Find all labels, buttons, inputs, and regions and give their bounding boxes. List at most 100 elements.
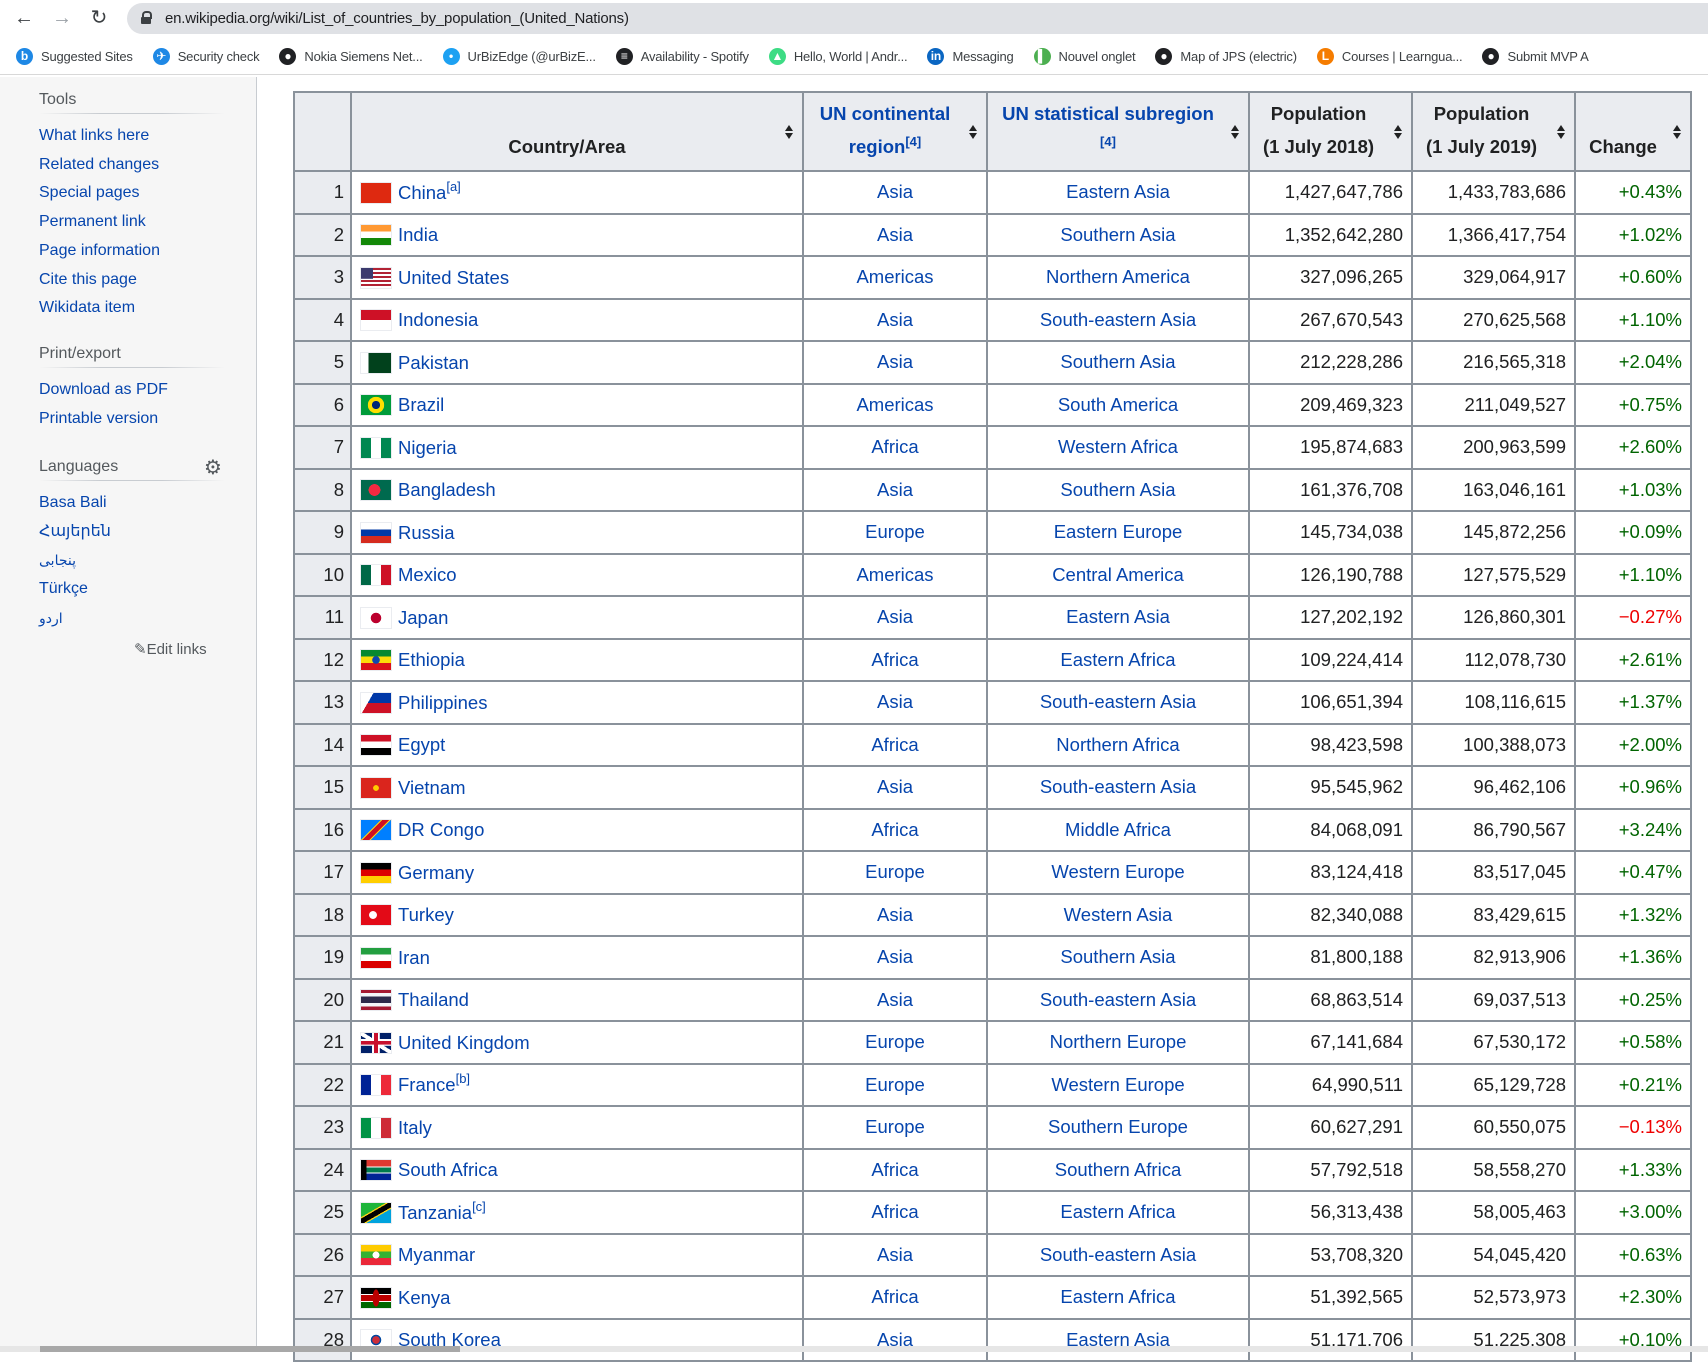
bookmark-item[interactable]: • UrBizEdge (@urBizE... bbox=[442, 48, 596, 65]
horizontal-scrollbar[interactable] bbox=[0, 1346, 1708, 1352]
country-link[interactable]: United Kingdom bbox=[398, 1032, 530, 1053]
subregion-cell[interactable]: South-eastern Asia bbox=[986, 1232, 1250, 1277]
subregion-cell[interactable]: Northern America bbox=[986, 255, 1250, 300]
subregion-cell[interactable]: Eastern Africa bbox=[986, 1275, 1250, 1320]
region-cell[interactable]: Asia bbox=[802, 297, 988, 342]
subregion-cell[interactable]: Western Europe bbox=[986, 850, 1250, 895]
region-cell[interactable]: Asia bbox=[802, 1317, 988, 1362]
sort-icon[interactable] bbox=[1231, 124, 1240, 139]
region-cell[interactable]: Africa bbox=[802, 722, 988, 767]
bookmark-item[interactable]: ✈ Security check bbox=[152, 48, 260, 65]
region-cell[interactable]: Africa bbox=[802, 1147, 988, 1192]
region-cell[interactable]: Asia bbox=[802, 467, 988, 512]
scrollbar-thumb[interactable] bbox=[40, 1346, 460, 1352]
subregion-header[interactable]: UN statistical subregion [4] bbox=[986, 91, 1250, 172]
region-cell[interactable]: Asia bbox=[802, 892, 988, 937]
region-cell[interactable]: Asia bbox=[802, 765, 988, 810]
tools-link[interactable]: Wikidata item bbox=[39, 294, 225, 323]
tools-link[interactable]: Page information bbox=[39, 237, 225, 266]
sort-icon[interactable] bbox=[1557, 124, 1566, 139]
bookmark-item[interactable]: L Courses | Learngua... bbox=[1316, 48, 1463, 65]
url-text[interactable]: en.wikipedia.org/wiki/List_of_countries_… bbox=[165, 10, 629, 27]
language-link[interactable]: پنجابی bbox=[39, 546, 225, 575]
country-link[interactable]: Bangladesh bbox=[398, 479, 496, 500]
subregion-cell[interactable]: Southern Asia bbox=[986, 340, 1250, 385]
subregion-cell[interactable]: Western Asia bbox=[986, 892, 1250, 937]
subregion-cell[interactable]: South-eastern Asia bbox=[986, 977, 1250, 1022]
back-arrow-icon[interactable]: ← bbox=[12, 6, 36, 30]
subregion-cell[interactable]: Southern Asia bbox=[986, 212, 1250, 257]
pop2018-header[interactable]: Population (1 July 2018) bbox=[1248, 91, 1413, 172]
region-cell[interactable]: Americas bbox=[802, 552, 988, 597]
subregion-cell[interactable]: Northern Africa bbox=[986, 722, 1250, 767]
bookmark-item[interactable]: ≡ Availability - Spotify bbox=[615, 48, 749, 65]
subregion-ref[interactable]: [4] bbox=[1100, 134, 1116, 149]
country-link[interactable]: DR Congo bbox=[398, 819, 484, 840]
country-link[interactable]: Egypt bbox=[398, 734, 445, 755]
pop2019-header[interactable]: Population (1 July 2019) bbox=[1411, 91, 1576, 172]
country-link[interactable]: Thailand bbox=[398, 989, 469, 1010]
bookmark-item[interactable]: ▲ Hello, World | Andr... bbox=[768, 48, 908, 65]
region-cell[interactable]: Asia bbox=[802, 680, 988, 725]
address-bar[interactable]: en.wikipedia.org/wiki/List_of_countries_… bbox=[127, 3, 1708, 34]
language-link[interactable]: اردو bbox=[39, 604, 225, 633]
bookmark-item[interactable]: ● Nokia Siemens Net... bbox=[279, 48, 423, 65]
country-link[interactable]: Kenya bbox=[398, 1287, 450, 1308]
tools-link[interactable]: What links here bbox=[39, 122, 225, 151]
country-link[interactable]: Mexico bbox=[398, 564, 457, 585]
region-cell[interactable]: Africa bbox=[802, 637, 988, 682]
region-cell[interactable]: Asia bbox=[802, 1232, 988, 1277]
country-link[interactable]: Vietnam bbox=[398, 777, 466, 798]
region-cell[interactable]: Asia bbox=[802, 935, 988, 980]
region-cell[interactable]: Europe bbox=[802, 1062, 988, 1107]
country-link[interactable]: Pakistan bbox=[398, 352, 469, 373]
country-link[interactable]: Nigeria bbox=[398, 437, 457, 458]
change-header[interactable]: Change bbox=[1574, 91, 1692, 172]
country-link[interactable]: Brazil bbox=[398, 394, 444, 415]
country-link[interactable]: United States bbox=[398, 267, 509, 288]
region-cell[interactable]: Asia bbox=[802, 170, 988, 215]
region-cell[interactable]: Asia bbox=[802, 595, 988, 640]
subregion-cell[interactable]: Western Europe bbox=[986, 1062, 1250, 1107]
country-link[interactable]: Indonesia bbox=[398, 309, 478, 330]
country-link[interactable]: Turkey bbox=[398, 904, 454, 925]
edit-links-link[interactable]: ✎Edit links bbox=[134, 640, 207, 658]
region-cell[interactable]: Africa bbox=[802, 1190, 988, 1235]
region-cell[interactable]: Europe bbox=[802, 510, 988, 555]
region-cell[interactable]: Americas bbox=[802, 382, 988, 427]
country-link[interactable]: South Africa bbox=[398, 1159, 498, 1180]
bookmark-item[interactable]: ● Map of JPS (electric) bbox=[1155, 48, 1297, 65]
subregion-cell[interactable]: Central America bbox=[986, 552, 1250, 597]
region-cell[interactable]: Asia bbox=[802, 977, 988, 1022]
country-link[interactable]: France bbox=[398, 1074, 456, 1095]
region-cell[interactable]: Africa bbox=[802, 1275, 988, 1320]
bookmark-item[interactable]: in Messaging bbox=[927, 48, 1014, 65]
subregion-cell[interactable]: Eastern Asia bbox=[986, 1317, 1250, 1362]
language-link[interactable]: Basa Bali bbox=[39, 489, 225, 518]
country-link[interactable]: India bbox=[398, 224, 438, 245]
reload-icon[interactable]: ↻ bbox=[87, 6, 111, 30]
subregion-cell[interactable]: Southern Asia bbox=[986, 935, 1250, 980]
sort-icon[interactable] bbox=[1673, 124, 1682, 139]
subregion-cell[interactable]: South-eastern Asia bbox=[986, 765, 1250, 810]
country-link[interactable]: Japan bbox=[398, 607, 448, 628]
print-export-link[interactable]: Download as PDF bbox=[39, 376, 225, 405]
tools-link[interactable]: Special pages bbox=[39, 179, 225, 208]
region-cell[interactable]: Europe bbox=[802, 1020, 988, 1065]
region-cell[interactable]: Asia bbox=[802, 212, 988, 257]
country-link[interactable]: Iran bbox=[398, 947, 430, 968]
region-cell[interactable]: Africa bbox=[802, 425, 988, 470]
footnote-ref[interactable]: [a] bbox=[446, 179, 460, 194]
subregion-cell[interactable]: Eastern Africa bbox=[986, 637, 1250, 682]
country-link[interactable]: Italy bbox=[398, 1117, 432, 1138]
language-link[interactable]: Türkçe bbox=[39, 575, 225, 604]
gear-icon[interactable]: ⚙ bbox=[204, 458, 224, 478]
tools-link[interactable]: Permanent link bbox=[39, 208, 225, 237]
subregion-cell[interactable]: South-eastern Asia bbox=[986, 680, 1250, 725]
subregion-cell[interactable]: Southern Asia bbox=[986, 467, 1250, 512]
region-cell[interactable]: Europe bbox=[802, 1105, 988, 1150]
subregion-cell[interactable]: Eastern Asia bbox=[986, 170, 1250, 215]
country-link[interactable]: Russia bbox=[398, 522, 455, 543]
sort-icon[interactable] bbox=[969, 124, 978, 139]
subregion-cell[interactable]: Eastern Europe bbox=[986, 510, 1250, 555]
